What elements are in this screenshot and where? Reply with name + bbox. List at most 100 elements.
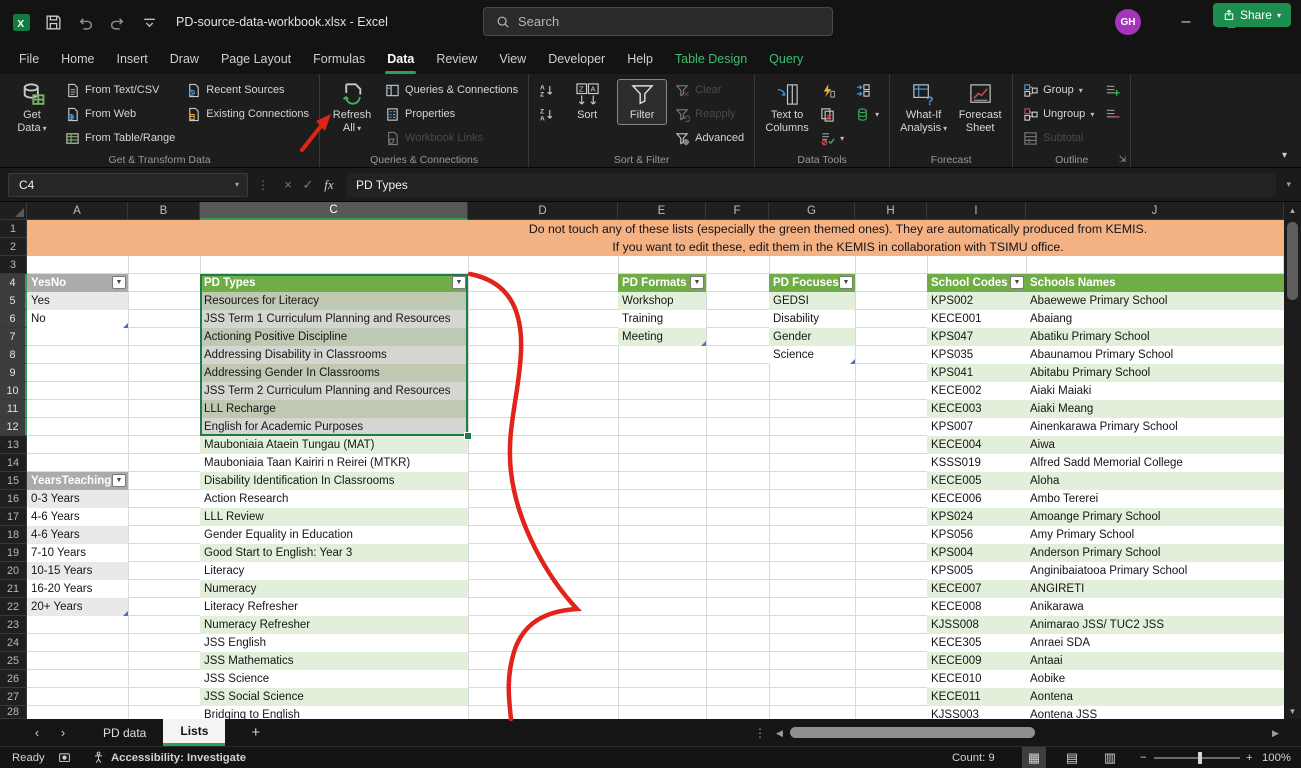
- table-header-pd-types[interactable]: PD Types▼: [200, 274, 468, 292]
- table-cell-school-names[interactable]: Aloha: [1026, 472, 1284, 490]
- view-page-break-button[interactable]: ▥: [1098, 747, 1122, 768]
- table-cell-pd-types[interactable]: Action Research: [200, 490, 468, 508]
- hscroll-thumb[interactable]: [790, 727, 1035, 738]
- table-cell-pd-types[interactable]: LLL Review: [200, 508, 468, 526]
- row-header-13[interactable]: 13: [0, 436, 27, 454]
- avatar[interactable]: GH: [1115, 9, 1141, 35]
- filter-dropdown-icon[interactable]: ▼: [1010, 276, 1024, 289]
- table-header-yesno[interactable]: YesNo▼: [27, 274, 128, 292]
- table-cell-pd-types[interactable]: Addressing Gender In Classrooms: [200, 364, 468, 382]
- view-normal-button[interactable]: ▦: [1022, 747, 1046, 768]
- table-cell-years-teaching[interactable]: 20+ Years: [27, 598, 128, 616]
- reapply-button[interactable]: Reapply: [672, 103, 747, 125]
- table-cell-school-names[interactable]: Abitabu Primary School: [1026, 364, 1284, 382]
- row-header-22[interactable]: 22: [0, 598, 27, 616]
- table-cell-pd-types[interactable]: JSS Mathematics: [200, 652, 468, 670]
- accessibility-status[interactable]: Accessibility: Investigate: [92, 747, 246, 768]
- sort-descending-button[interactable]: ZA: [536, 103, 557, 125]
- table-header-pd-focuses[interactable]: PD Focuses▼: [769, 274, 855, 292]
- table-cell-pd-formats[interactable]: Training: [618, 310, 706, 328]
- name-box[interactable]: C4 ▾: [8, 173, 248, 197]
- table-cell-school-names[interactable]: Aontena JSS: [1026, 706, 1284, 719]
- macro-record-icon[interactable]: [58, 747, 71, 768]
- table-cell-school-codes[interactable]: KPS024: [927, 508, 1026, 526]
- warning-banner-cell[interactable]: Do not touch any of these lists (especia…: [27, 220, 1284, 256]
- table-cell-pd-types[interactable]: Numeracy Refresher: [200, 616, 468, 634]
- filter-dropdown-icon[interactable]: ▼: [690, 276, 704, 289]
- column-header-a[interactable]: A: [27, 202, 128, 220]
- table-cell-pd-focuses[interactable]: Gender: [769, 328, 855, 346]
- table-cell-pd-types[interactable]: Good Start to English: Year 3: [200, 544, 468, 562]
- manage-data-model-button[interactable]: ▾: [852, 103, 882, 125]
- table-cell-pd-types[interactable]: Mauboniaia Taan Kairiri n Reirei (MTKR): [200, 454, 468, 472]
- table-cell-pd-types[interactable]: Literacy Refresher: [200, 598, 468, 616]
- table-cell-school-names[interactable]: Aiaki Meang: [1026, 400, 1284, 418]
- table-cell-school-names[interactable]: Amy Primary School: [1026, 526, 1284, 544]
- table-cell-school-codes[interactable]: KPS056: [927, 526, 1026, 544]
- row-header-8[interactable]: 8: [0, 346, 27, 364]
- vscroll-thumb[interactable]: [1287, 222, 1298, 300]
- sheet-tab-lists[interactable]: Lists: [163, 719, 225, 746]
- table-cell-years-teaching[interactable]: 4-6 Years: [27, 508, 128, 526]
- table-cell-school-codes[interactable]: KECE002: [927, 382, 1026, 400]
- table-cell-school-names[interactable]: Anikarawa: [1026, 598, 1284, 616]
- table-header-pd-formats[interactable]: PD Formats▼: [618, 274, 706, 292]
- table-cell-school-names[interactable]: Abaewewe Primary School: [1026, 292, 1284, 310]
- table-cell-pd-types[interactable]: Actioning Positive Discipline: [200, 328, 468, 346]
- column-header-j[interactable]: J: [1026, 202, 1284, 220]
- row-header-6[interactable]: 6: [0, 310, 27, 328]
- scroll-down-icon[interactable]: ▼: [1284, 703, 1301, 719]
- table-cell-school-codes[interactable]: KECE011: [927, 688, 1026, 706]
- redo-icon[interactable]: [108, 13, 126, 31]
- what-if-analysis-button[interactable]: ?What-IfAnalysis▾: [897, 79, 950, 138]
- column-header-f[interactable]: F: [706, 202, 769, 220]
- row-header-12[interactable]: 12: [0, 418, 27, 436]
- column-header-h[interactable]: H: [855, 202, 927, 220]
- hide-detail-button[interactable]: [1102, 103, 1123, 125]
- table-resize-corner[interactable]: [123, 323, 128, 328]
- sort-button[interactable]: ZASort: [562, 79, 612, 125]
- name-box-dropdown-icon[interactable]: ▾: [235, 180, 239, 189]
- table-cell-school-names[interactable]: Aiwa: [1026, 436, 1284, 454]
- table-header-schools-names[interactable]: Schools Names: [1026, 274, 1284, 292]
- filter-dropdown-icon[interactable]: ▼: [112, 276, 126, 289]
- row-header-4[interactable]: 4: [0, 274, 27, 292]
- workbook-links-button[interactable]: Workbook Links: [382, 127, 521, 149]
- ungroup-button[interactable]: Ungroup▾: [1020, 103, 1097, 125]
- table-cell-pd-types[interactable]: Literacy: [200, 562, 468, 580]
- table-cell-pd-formats[interactable]: Meeting: [618, 328, 706, 346]
- tab-data[interactable]: Data: [376, 44, 425, 74]
- tab-file[interactable]: File: [8, 44, 50, 74]
- table-cell-school-codes[interactable]: KECE009: [927, 652, 1026, 670]
- table-cell-school-codes[interactable]: KJSS003: [927, 706, 1026, 719]
- row-header-1[interactable]: 1: [0, 220, 27, 238]
- table-cell-school-codes[interactable]: KPS005: [927, 562, 1026, 580]
- table-cell-school-names[interactable]: ANGIRETI: [1026, 580, 1284, 598]
- row-header-11[interactable]: 11: [0, 400, 27, 418]
- table-cell-pd-types[interactable]: LLL Recharge: [200, 400, 468, 418]
- cancel-entry-icon[interactable]: ×: [278, 177, 298, 192]
- table-cell-school-codes[interactable]: KSSS019: [927, 454, 1026, 472]
- tab-help[interactable]: Help: [616, 44, 664, 74]
- column-header-b[interactable]: B: [128, 202, 200, 220]
- filter-button[interactable]: Filter: [617, 79, 667, 125]
- table-cell-school-codes[interactable]: KECE004: [927, 436, 1026, 454]
- confirm-entry-icon[interactable]: ✓: [298, 177, 318, 193]
- table-cell-yesno[interactable]: No: [27, 310, 128, 328]
- table-cell-school-codes[interactable]: KPS004: [927, 544, 1026, 562]
- table-cell-school-names[interactable]: Aobike: [1026, 670, 1284, 688]
- scroll-up-icon[interactable]: ▲: [1284, 202, 1301, 218]
- table-cell-pd-types[interactable]: JSS Social Science: [200, 688, 468, 706]
- row-header-14[interactable]: 14: [0, 454, 27, 472]
- table-cell-pd-types[interactable]: JSS Science: [200, 670, 468, 688]
- remove-duplicates-button[interactable]: [817, 103, 847, 125]
- tab-review[interactable]: Review: [425, 44, 488, 74]
- table-cell-school-codes[interactable]: KECE010: [927, 670, 1026, 688]
- table-cell-school-names[interactable]: Abaunamou Primary School: [1026, 346, 1284, 364]
- table-cell-school-codes[interactable]: KJSS008: [927, 616, 1026, 634]
- tab-draw[interactable]: Draw: [159, 44, 210, 74]
- table-cell-school-codes[interactable]: KECE003: [927, 400, 1026, 418]
- table-cell-school-names[interactable]: Aiaki Maiaki: [1026, 382, 1284, 400]
- row-header-23[interactable]: 23: [0, 616, 27, 634]
- table-cell-pd-types[interactable]: JSS Term 2 Curriculum Planning and Resou…: [200, 382, 468, 400]
